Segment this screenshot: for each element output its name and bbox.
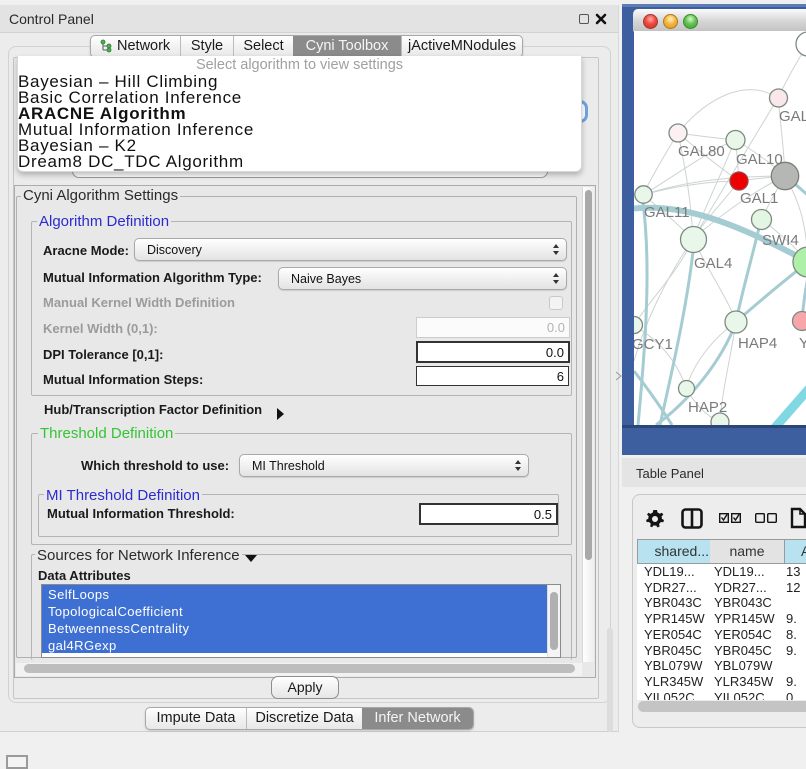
svg-text:GAL1: GAL1: [740, 190, 778, 207]
svg-text:Y: Y: [799, 335, 806, 352]
svg-text:GAL80: GAL80: [678, 143, 725, 160]
svg-text:GAL11: GAL11: [644, 204, 690, 221]
svg-text:GCY1: GCY1: [634, 336, 673, 353]
svg-text:GAL: GAL: [779, 108, 806, 125]
svg-text:SWI4: SWI4: [762, 232, 799, 249]
svg-text:GAL4: GAL4: [694, 255, 732, 272]
svg-text:HAP2: HAP2: [688, 399, 727, 416]
svg-text:HAP4: HAP4: [738, 335, 777, 352]
svg-text:GAL10: GAL10: [736, 151, 783, 168]
